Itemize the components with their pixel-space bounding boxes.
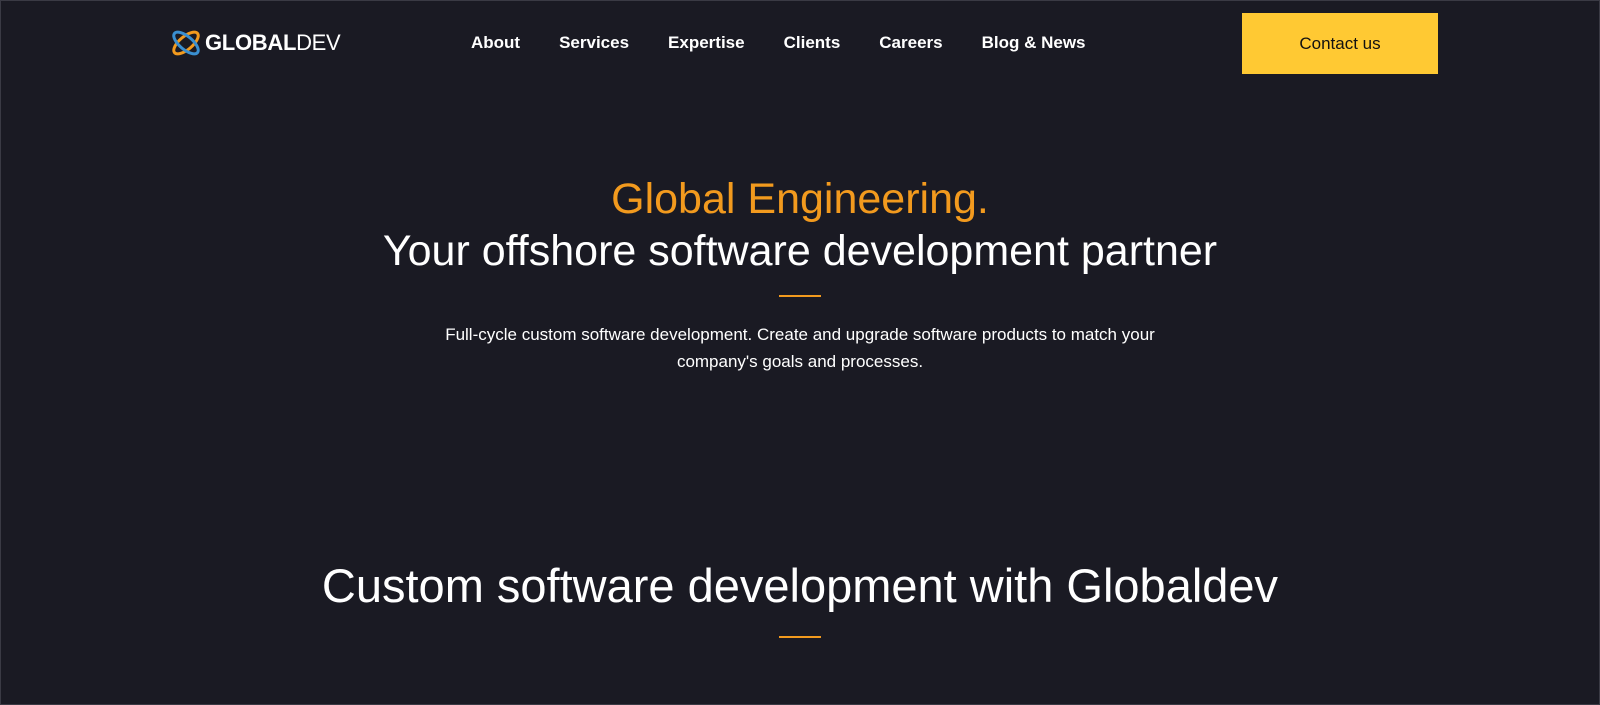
hero-divider	[779, 295, 821, 297]
page: GLOBALDEV About Services Expertise Clien…	[0, 0, 1600, 705]
nav-item-careers[interactable]: Careers	[879, 31, 942, 55]
contact-us-button[interactable]: Contact us	[1242, 13, 1438, 74]
nav-item-services[interactable]: Services	[559, 31, 629, 55]
section-divider	[779, 636, 821, 638]
logo-text: GLOBALDEV	[205, 30, 341, 55]
nav-item-about[interactable]: About	[471, 31, 520, 55]
hero-accent-heading: Global Engineering.	[611, 175, 989, 223]
hero-section: Global Engineering. Your offshore softwa…	[1, 173, 1599, 375]
site-header: GLOBALDEV About Services Expertise Clien…	[1, 1, 1599, 85]
nav-item-blog-news[interactable]: Blog & News	[982, 31, 1086, 55]
nav-item-clients[interactable]: Clients	[784, 31, 841, 55]
section-title: Custom software development with Globald…	[321, 559, 1279, 612]
custom-development-section: Custom software development with Globald…	[1, 556, 1599, 638]
logo-text-strong: GLOBAL	[205, 30, 297, 55]
hero-title: Your offshore software development partn…	[382, 227, 1218, 275]
globaldev-orbit-logo-icon	[172, 30, 200, 56]
logo-text-light: DEV	[296, 30, 341, 55]
main-nav: About Services Expertise Clients Careers…	[471, 31, 1086, 55]
nav-item-expertise[interactable]: Expertise	[668, 31, 745, 55]
logo-link[interactable]: GLOBALDEV	[169, 25, 341, 61]
hero-subtitle: Full-cycle custom software development. …	[445, 325, 1155, 371]
